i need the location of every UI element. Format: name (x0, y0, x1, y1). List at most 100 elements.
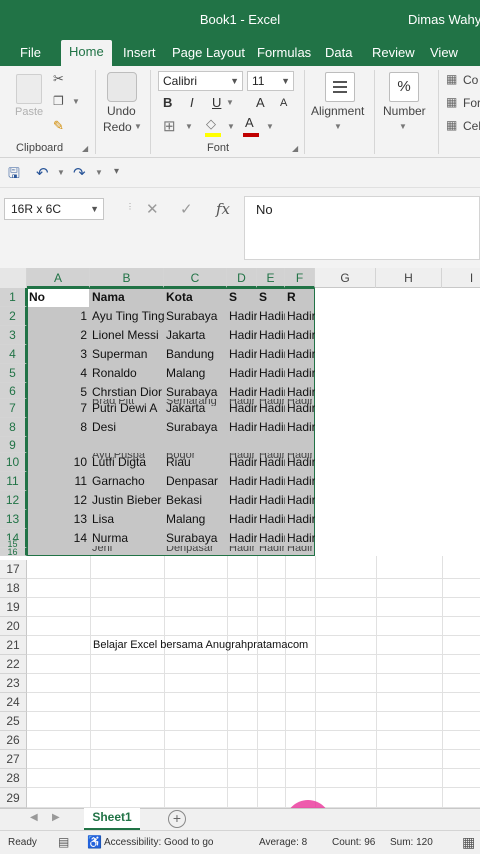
data-cell[interactable]: Garnacho (92, 472, 164, 491)
underline-dropdown-icon[interactable]: ▼ (226, 98, 234, 107)
data-cell[interactable]: 14 (29, 529, 87, 548)
tab-insert[interactable]: Insert (123, 44, 156, 66)
worksheet-grid[interactable]: A B C D E F G H I 1 2 3 4 5 6 7 8 9 10 11 12 13 14 15 1… (0, 268, 480, 808)
undo-big-icon[interactable] (107, 72, 137, 102)
paste-button[interactable]: Paste (15, 106, 43, 118)
number-format-icon[interactable]: % (389, 72, 419, 102)
cut-icon[interactable]: ✂ (53, 71, 64, 87)
sheet-tab-sheet1[interactable]: Sheet1 (84, 808, 140, 830)
tab-view[interactable]: View (430, 44, 458, 66)
data-cell[interactable]: Hadir (287, 510, 315, 529)
previous-sheet-icon[interactable]: ◀ (30, 812, 38, 823)
data-cell[interactable]: 4 (29, 364, 87, 383)
undo-icon[interactable]: ↶ (36, 164, 49, 182)
header-cell[interactable]: S (229, 288, 257, 307)
data-cell[interactable]: Hadir (229, 510, 257, 529)
data-cell[interactable]: Surabaya (166, 418, 228, 437)
number-button[interactable]: Number (383, 104, 426, 118)
formula-input[interactable]: No (244, 196, 480, 260)
data-cell[interactable]: 7 (29, 399, 87, 418)
enter-icon[interactable]: ✓ (180, 200, 193, 218)
row-header[interactable]: 7 (0, 399, 27, 418)
format-as-table-icon[interactable]: ▦ (446, 95, 457, 109)
row-header[interactable]: 15 (0, 540, 27, 548)
paste-icon[interactable] (16, 74, 42, 104)
undo-dropdown-icon[interactable]: ▼ (57, 168, 65, 177)
fill-color-icon[interactable]: ◇ (206, 116, 216, 132)
number-dropdown-icon[interactable]: ▼ (399, 122, 407, 131)
row-header[interactable]: 5 (0, 364, 27, 383)
data-cell[interactable]: Malang (166, 364, 228, 383)
data-cell[interactable]: Hadir (229, 418, 257, 437)
data-cell[interactable]: Lionel Messi (92, 326, 164, 345)
data-cell[interactable]: Hadir (259, 472, 285, 491)
column-header-h[interactable]: H (376, 268, 442, 288)
data-cell[interactable]: Bekasi (166, 491, 228, 510)
tab-file[interactable]: File (20, 44, 41, 66)
column-header-f[interactable]: F (285, 268, 315, 288)
column-header-d[interactable]: D (227, 268, 257, 288)
data-cell[interactable]: Hadir (287, 326, 315, 345)
data-cell[interactable]: Hadir (259, 326, 285, 345)
column-header-g[interactable]: G (315, 268, 376, 288)
row-header[interactable]: 2 (0, 307, 27, 326)
row-header[interactable]: 17 (0, 560, 27, 579)
name-box[interactable]: 16R x 6C ▼ (4, 198, 104, 220)
cell-styles-icon[interactable]: ▦ (446, 118, 457, 132)
row-header[interactable]: 1 (0, 288, 27, 307)
row-header[interactable]: 3 (0, 326, 27, 345)
customize-icon[interactable]: ▾ (114, 166, 119, 177)
data-cell[interactable]: 3 (29, 345, 87, 364)
fill-color-dropdown-icon[interactable]: ▼ (227, 122, 235, 131)
macro-record-icon[interactable]: ▤ (58, 835, 69, 849)
note-cell-b21[interactable]: Belajar Excel bersama Anugrahpratamacom (93, 639, 308, 651)
select-all-corner[interactable] (0, 268, 27, 288)
row-header[interactable]: 16 (0, 548, 27, 556)
row-header[interactable]: 28 (0, 769, 27, 788)
copy-dropdown-icon[interactable]: ▼ (72, 97, 80, 106)
row-header[interactable]: 4 (0, 345, 27, 364)
redo-dropdown-icon[interactable]: ▼ (95, 168, 103, 177)
row-header[interactable]: 20 (0, 617, 27, 636)
data-cell[interactable]: Desi (92, 418, 164, 437)
row-header[interactable]: 6 (0, 383, 27, 399)
row-header[interactable]: 13 (0, 510, 27, 529)
tab-data[interactable]: Data (325, 44, 352, 66)
add-sheet-button[interactable]: + (168, 810, 186, 828)
font-color-button[interactable]: A (245, 115, 254, 130)
row-header[interactable]: 26 (0, 731, 27, 750)
row-header[interactable]: 12 (0, 491, 27, 510)
data-cell[interactable]: Hadir (229, 345, 257, 364)
undo-button[interactable]: Undo (107, 104, 136, 118)
format-as-table-button[interactable]: For (463, 96, 480, 110)
redo-button[interactable]: Redo (103, 120, 132, 134)
data-cell[interactable]: Hadir (229, 326, 257, 345)
data-cell[interactable]: 11 (29, 472, 87, 491)
copy-icon[interactable]: ❐ (53, 94, 64, 108)
data-cell[interactable]: Hadir (259, 418, 285, 437)
data-cell[interactable]: Hadir (287, 491, 315, 510)
row-header[interactable]: 21 (0, 636, 27, 655)
header-cell[interactable]: Nama (92, 288, 164, 307)
data-cell[interactable]: Hadir (259, 307, 285, 326)
column-header-b[interactable]: B (90, 268, 164, 288)
alignment-icon[interactable] (325, 72, 355, 102)
data-cell[interactable]: 10 (29, 453, 87, 472)
row-header[interactable]: 25 (0, 712, 27, 731)
row-header[interactable]: 24 (0, 693, 27, 712)
data-cell[interactable]: Hadir (287, 364, 315, 383)
row-header[interactable]: 9 (0, 437, 27, 453)
accessibility-icon[interactable]: ♿ (87, 835, 102, 849)
tab-review[interactable]: Review (372, 44, 415, 66)
row-header[interactable]: 11 (0, 472, 27, 491)
data-cell[interactable]: Hadir (229, 491, 257, 510)
row-header[interactable]: 27 (0, 750, 27, 769)
bold-button[interactable]: B (163, 95, 172, 110)
header-cell[interactable]: R (287, 288, 315, 307)
data-cell[interactable]: Surabaya (166, 307, 228, 326)
data-cell[interactable]: Hadir (259, 491, 285, 510)
data-cell[interactable]: Hadir (259, 364, 285, 383)
underline-button[interactable]: U (212, 95, 221, 110)
data-cell[interactable]: Hadir (259, 510, 285, 529)
clipboard-launcher-icon[interactable]: ◢ (82, 144, 88, 153)
